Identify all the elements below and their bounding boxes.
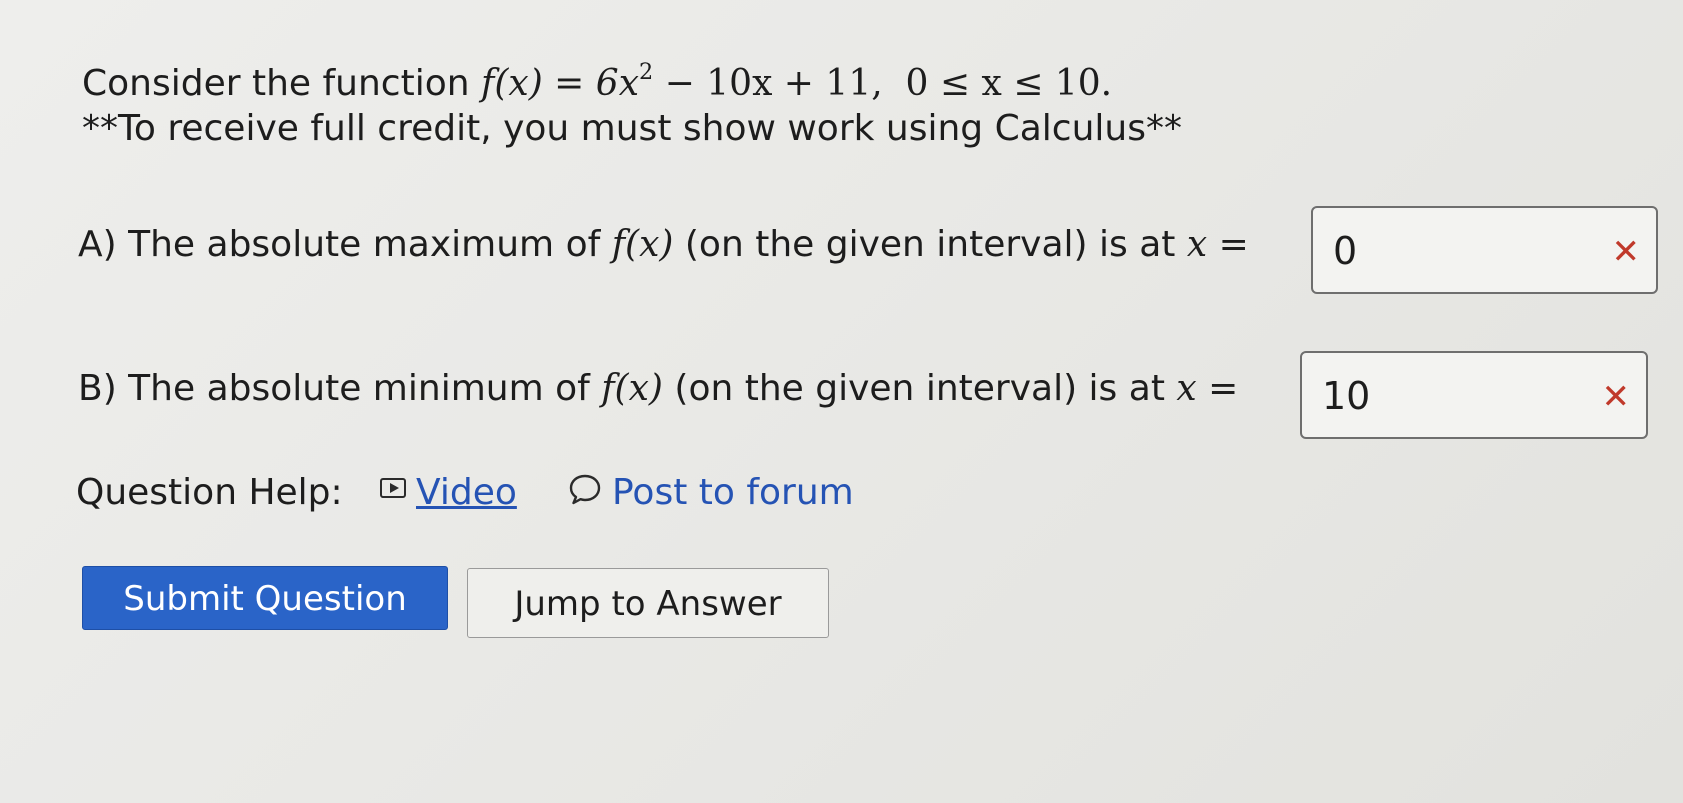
stem-text: Consider the function bbox=[82, 63, 482, 104]
function-math: f(x) = 6x2 − 10x + 11, 0 ≤ x ≤ 10. bbox=[481, 58, 1113, 104]
instruction-text: **To receive full credit, you must show … bbox=[82, 108, 1182, 149]
part-a-middle: (on the given interval) is at bbox=[673, 224, 1187, 265]
video-link-label[interactable]: Video bbox=[416, 472, 517, 513]
jump-to-answer-button[interactable]: Jump to Answer bbox=[467, 568, 829, 638]
speech-bubble-icon[interactable] bbox=[568, 472, 602, 506]
part-b-variable: x bbox=[1176, 368, 1197, 409]
question-stem: Consider the function f(x) = 6x2 − 10x +… bbox=[82, 50, 1112, 109]
function-rest: − 10x + 11, 0 ≤ x ≤ 10. bbox=[653, 63, 1113, 104]
part-b-function: f(x) bbox=[601, 368, 663, 409]
part-b-answer-value[interactable]: 10 bbox=[1322, 373, 1370, 419]
incorrect-x-icon: ✕ bbox=[1601, 377, 1631, 417]
function-exponent: 2 bbox=[639, 58, 654, 85]
incorrect-x-icon: ✕ bbox=[1611, 232, 1641, 272]
part-a-function: f(x) bbox=[611, 224, 674, 265]
part-a-variable: x bbox=[1186, 224, 1208, 265]
part-a-prompt: A) The absolute maximum of f(x) (on the … bbox=[78, 220, 1249, 270]
part-b-answer-input[interactable]: 10 ✕ bbox=[1300, 351, 1648, 439]
part-a-equals: = bbox=[1207, 224, 1249, 265]
part-a-answer-input[interactable]: 0 ✕ bbox=[1311, 206, 1658, 294]
video-play-icon[interactable] bbox=[380, 478, 406, 498]
video-link[interactable]: Video bbox=[380, 468, 517, 518]
part-b-equals: = bbox=[1196, 368, 1239, 409]
part-a-label: A) The absolute maximum of bbox=[78, 224, 612, 265]
post-to-forum-label[interactable]: Post to forum bbox=[612, 472, 854, 513]
part-b-prompt: B) The absolute minimum of f(x) (on the … bbox=[78, 364, 1238, 414]
part-b-label: B) The absolute minimum of bbox=[78, 368, 602, 409]
question-help-label: Question Help: bbox=[76, 472, 343, 513]
part-a-answer-value[interactable]: 0 bbox=[1333, 228, 1357, 274]
part-b-middle: (on the given interval) is at bbox=[662, 368, 1177, 409]
submit-question-button[interactable]: Submit Question bbox=[82, 566, 448, 630]
post-to-forum-link[interactable]: Post to forum bbox=[568, 468, 854, 518]
